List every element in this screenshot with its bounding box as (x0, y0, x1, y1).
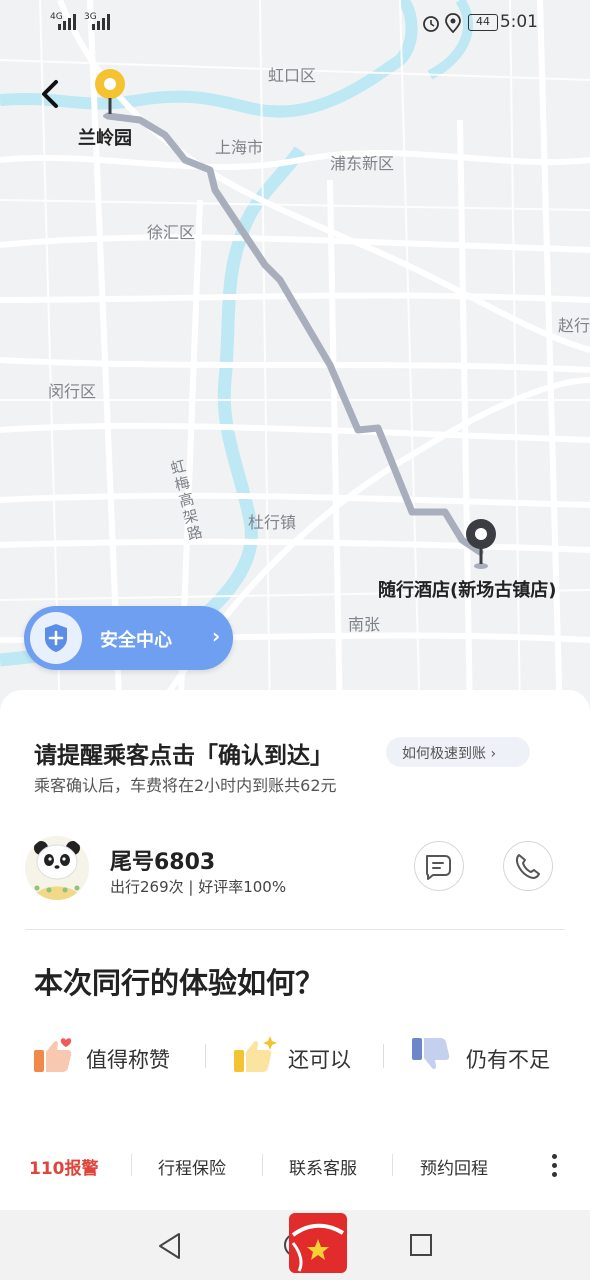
book-return-trip-button[interactable]: 预约回程 (420, 1154, 488, 1179)
app-logo-overlay (289, 1213, 347, 1273)
panda-avatar-icon (25, 836, 89, 900)
divider (25, 929, 565, 930)
safety-center-label: 安全中心 (100, 630, 172, 651)
map-label: 徐汇区 (147, 223, 196, 242)
back-arrow-icon[interactable] (36, 76, 64, 112)
reminder-title: 请提醒乘客点击「确认到达」 (34, 743, 333, 769)
safety-center-button[interactable]: 安全中心 › (24, 606, 233, 670)
star-logo-icon (291, 1223, 345, 1272)
alarm-icon (423, 16, 439, 32)
separator (392, 1154, 393, 1176)
phone-icon (515, 854, 540, 879)
nav-back-icon[interactable] (157, 1232, 183, 1260)
map-label: 上海市 (215, 138, 264, 157)
thumbs-down-icon (412, 1038, 450, 1070)
shield-icon-circle (30, 612, 82, 664)
end-pin-icon[interactable] (461, 516, 501, 572)
rating-option-praise[interactable]: 值得称赞 (34, 1036, 184, 1076)
message-button[interactable] (414, 841, 464, 891)
reminder-subtitle: 乘客确认后，车费将在2小时内到账共62元 (34, 776, 337, 795)
thumbs-up-sparkle-icon (234, 1036, 277, 1072)
contact-service-button[interactable]: 联系客服 (289, 1154, 357, 1179)
rating-option-ok[interactable]: 还可以 (234, 1036, 364, 1076)
chat-bubble-icon (426, 855, 451, 880)
call-button[interactable] (503, 841, 553, 891)
passenger-stats: 出行269次 | 好评率100% (110, 878, 287, 896)
shield-plus-icon (45, 624, 67, 652)
chevron-right-icon: › (212, 624, 221, 648)
help-link-label: 如何极速到账 (402, 746, 486, 762)
destination-label: 随行酒店(新场古镇店) (378, 580, 557, 601)
map-label: 杜行镇 (248, 513, 297, 532)
signal-bars-icon (58, 14, 76, 30)
status-bar: 4G 3G 44 5:01 (0, 0, 590, 46)
trip-insurance-button[interactable]: 行程保险 (158, 1154, 226, 1179)
map-label: 赵行 (558, 316, 590, 335)
start-location-label: 兰岭园 (78, 128, 132, 149)
more-options-icon[interactable] (550, 1154, 560, 1180)
nav-recents-icon[interactable] (408, 1232, 434, 1258)
rating-option-label: 值得称赞 (86, 1048, 170, 1072)
rating-question: 本次同行的体验如何？ (34, 966, 325, 1000)
battery-icon: 44 (468, 14, 498, 31)
clock: 5:01 (499, 12, 538, 32)
rating-option-label: 仍有不足 (466, 1048, 550, 1072)
rating-option-insufficient[interactable]: 仍有不足 (412, 1036, 562, 1076)
map-label: 闵行区 (48, 382, 97, 401)
separator (131, 1154, 132, 1176)
signal-bars-icon (92, 14, 110, 30)
passenger-name: 尾号6803 (110, 850, 216, 875)
chevron-right-icon: › (490, 746, 497, 762)
police-110-button[interactable]: 110报警 (29, 1154, 99, 1179)
thumbs-up-heart-icon (34, 1038, 72, 1072)
passenger-avatar[interactable] (25, 836, 89, 900)
separator (262, 1154, 263, 1176)
location-icon (445, 13, 461, 33)
map-label: 浦东新区 (330, 154, 395, 173)
separator (205, 1044, 206, 1068)
fast-payment-help-link[interactable]: 如何极速到账 › (386, 737, 530, 767)
map-label: 南张 (348, 615, 381, 634)
start-pin-icon[interactable] (90, 66, 130, 122)
separator (383, 1044, 384, 1068)
map-label: 虹口区 (268, 66, 317, 85)
rating-option-label: 还可以 (288, 1048, 351, 1072)
